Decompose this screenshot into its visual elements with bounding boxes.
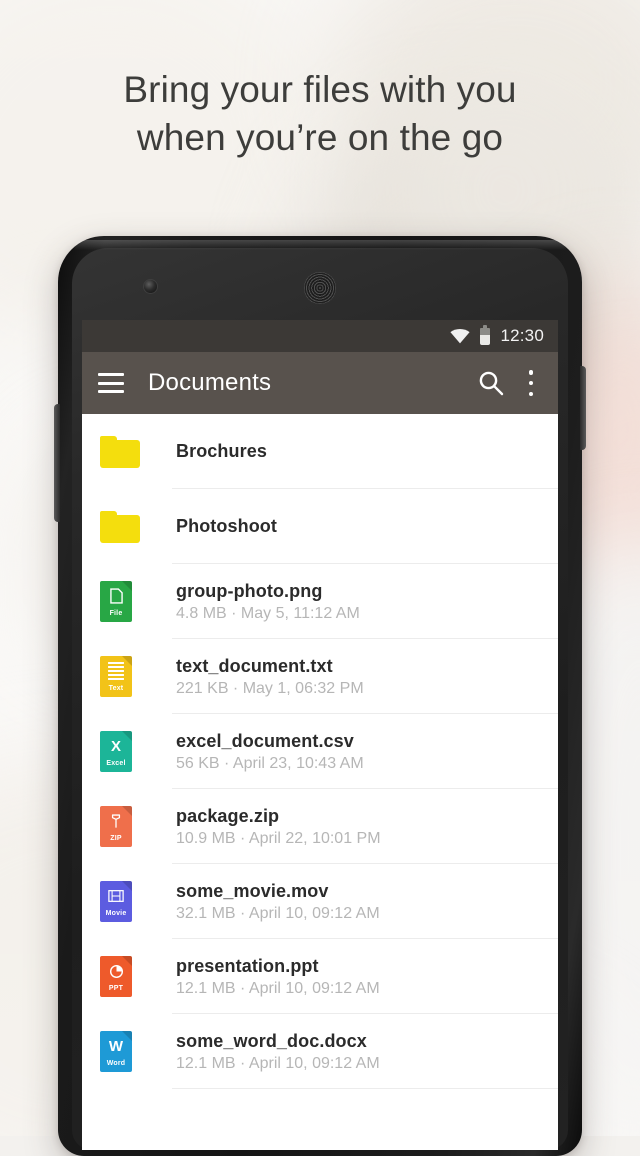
file-meta: 4.8 MB · May 5, 11:12 AM	[176, 604, 360, 622]
file-name: some_word_doc.docx	[176, 1030, 367, 1051]
front-camera-icon	[144, 280, 157, 293]
list-item[interactable]: X Excel excel_document.csv 56 KB · April…	[82, 714, 558, 789]
list-item[interactable]: ZIP package.zip 10.9 MB · April 22, 10:0…	[82, 789, 558, 864]
phone-device: 12:30 Documents Brochures Photoshoot Fil…	[54, 236, 586, 1156]
file-name: package.zip	[176, 805, 280, 826]
file-meta: 10.9 MB · April 22, 10:01 PM	[176, 829, 381, 847]
file-name: text_document.txt	[176, 655, 333, 676]
movie-file-icon: Movie	[96, 881, 160, 922]
word-file-icon: W Word	[96, 1031, 160, 1072]
status-bar-clock: 12:30	[500, 326, 544, 345]
file-meta: 32.1 MB · April 10, 09:12 AM	[176, 904, 380, 922]
bezel-highlight	[74, 240, 566, 250]
file-icon-tag: ZIP	[110, 834, 122, 842]
list-item[interactable]: Photoshoot	[82, 489, 558, 564]
text-file-icon: Text	[96, 656, 160, 697]
file-icon-tag: Movie	[105, 909, 127, 917]
file-meta: 221 KB · May 1, 06:32 PM	[176, 679, 364, 697]
file-name: group-photo.png	[176, 580, 323, 601]
file-name: excel_document.csv	[176, 730, 354, 751]
file-icon-tag: Word	[106, 1059, 126, 1067]
page-title: Bring your files with you when you’re on…	[0, 66, 640, 162]
file-name: Brochures	[176, 441, 267, 461]
status-bar: 12:30	[82, 320, 558, 352]
app-bar: Documents	[82, 352, 558, 414]
powerpoint-file-icon: PPT	[96, 956, 160, 997]
list-item[interactable]: PPT presentation.ppt 12.1 MB · April 10,…	[82, 939, 558, 1014]
search-icon[interactable]	[476, 368, 506, 398]
file-meta: 12.1 MB · April 10, 09:12 AM	[176, 979, 380, 997]
file-name: Photoshoot	[176, 516, 277, 536]
volume-button[interactable]	[580, 366, 586, 450]
file-icon-tag: Text	[108, 684, 124, 692]
excel-file-icon: X Excel	[96, 731, 160, 772]
file-icon-tag: Excel	[106, 759, 126, 767]
earpiece-speaker-icon	[304, 272, 336, 304]
file-icon-tag: PPT	[108, 984, 124, 992]
file-name: some_movie.mov	[176, 880, 329, 901]
headline-line-1: Bring your files with you	[123, 69, 517, 110]
overflow-menu-icon[interactable]	[520, 368, 542, 398]
list-item[interactable]: Brochures	[82, 414, 558, 489]
wifi-icon	[450, 328, 471, 344]
file-name: presentation.ppt	[176, 955, 319, 976]
file-list[interactable]: Brochures Photoshoot File group-photo.pn…	[82, 414, 558, 1150]
file-meta: 12.1 MB · April 10, 09:12 AM	[176, 1054, 380, 1072]
battery-icon	[480, 324, 491, 345]
list-item[interactable]: File group-photo.png 4.8 MB · May 5, 11:…	[82, 564, 558, 639]
list-item[interactable]: Movie some_movie.mov 32.1 MB · April 10,…	[82, 864, 558, 939]
app-bar-title: Documents	[148, 369, 272, 396]
folder-icon	[96, 510, 160, 543]
row-divider	[172, 1088, 558, 1089]
headline-line-2: when you’re on the go	[136, 117, 504, 158]
hamburger-menu-icon[interactable]	[98, 373, 124, 393]
list-item[interactable]: W Word some_word_doc.docx 12.1 MB · Apri…	[82, 1014, 558, 1089]
list-item[interactable]: Text text_document.txt 221 KB · May 1, 0…	[82, 639, 558, 714]
zip-file-icon: ZIP	[96, 806, 160, 847]
file-document-icon: File	[96, 581, 160, 622]
file-icon-tag: File	[109, 609, 123, 617]
folder-icon	[96, 435, 160, 468]
power-button[interactable]	[54, 404, 60, 522]
phone-screen: 12:30 Documents Brochures Photoshoot Fil…	[82, 320, 558, 1150]
file-meta: 56 KB · April 23, 10:43 AM	[176, 754, 364, 772]
